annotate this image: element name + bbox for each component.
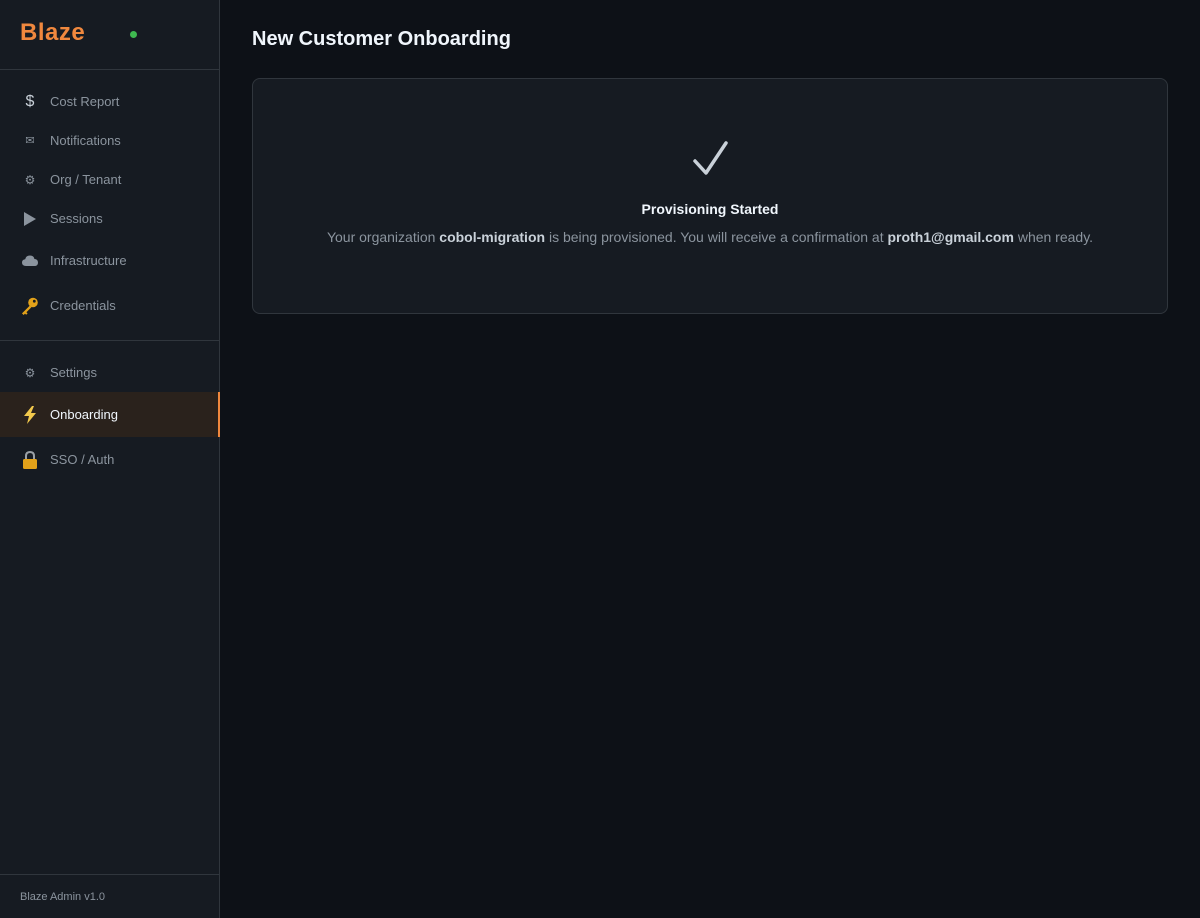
sidebar-item-label: Sessions: [50, 211, 103, 226]
sidebar: Blaze $ Cost Report ✉ Notifications ⚙ Or…: [0, 0, 220, 918]
secondary-nav: ⚙ Settings Onboarding SSO / Auth: [0, 341, 220, 492]
card-title: Provisioning Started: [641, 201, 779, 217]
brand-logo[interactable]: Blaze: [20, 19, 85, 47]
brand-header: Blaze: [0, 0, 219, 70]
cloud-icon: [20, 255, 40, 266]
sidebar-item-infrastructure[interactable]: Infrastructure: [0, 238, 219, 283]
sidebar-item-sso-auth[interactable]: SSO / Auth: [0, 437, 219, 482]
sidebar-item-onboarding[interactable]: Onboarding: [0, 392, 220, 437]
envelope-icon: ✉: [25, 135, 35, 147]
org-name: cobol-migration: [439, 229, 546, 245]
sidebar-item-label: SSO / Auth: [50, 452, 115, 467]
dollar-icon: $: [25, 92, 35, 110]
checkmark-icon: [693, 141, 728, 175]
main-content: New Customer Onboarding Provisioning Sta…: [220, 0, 1200, 918]
primary-nav: $ Cost Report ✉ Notifications ⚙ Org / Te…: [0, 70, 219, 341]
key-icon: [20, 296, 40, 316]
sidebar-item-label: Org / Tenant: [50, 172, 122, 187]
play-icon: [20, 211, 40, 226]
sidebar-footer: Blaze Admin v1.0: [0, 874, 219, 918]
sidebar-item-cost-report[interactable]: $ Cost Report: [0, 82, 219, 121]
sidebar-item-label: Notifications: [50, 133, 121, 148]
sidebar-item-label: Onboarding: [50, 407, 118, 422]
gear-icon: ⚙: [24, 365, 36, 380]
status-indicator: [130, 31, 137, 38]
sidebar-item-settings[interactable]: ⚙ Settings: [0, 353, 219, 392]
message-suffix: when ready.: [1013, 229, 1094, 245]
sidebar-item-org-tenant[interactable]: ⚙ Org / Tenant: [0, 160, 219, 199]
lightning-icon: [20, 405, 40, 424]
gear-icon: ⚙: [24, 172, 36, 187]
sidebar-item-notifications[interactable]: ✉ Notifications: [0, 121, 219, 160]
app-root: Blaze $ Cost Report ✉ Notifications ⚙ Or…: [0, 0, 1200, 918]
lock-icon: [20, 450, 40, 469]
message-middle: is being provisioned. You will receive a…: [545, 229, 888, 245]
message-prefix: Your organization: [326, 229, 440, 245]
sidebar-item-label: Credentials: [50, 298, 116, 313]
page-title: New Customer Onboarding: [252, 28, 511, 50]
sidebar-item-label: Infrastructure: [50, 253, 127, 268]
version-label: Blaze Admin v1.0: [20, 890, 105, 903]
sidebar-item-label: Cost Report: [50, 94, 120, 109]
sidebar-item-sessions[interactable]: Sessions: [0, 199, 219, 238]
sidebar-item-label: Settings: [50, 365, 97, 380]
sidebar-item-credentials[interactable]: Credentials: [0, 283, 219, 328]
provisioning-status-card: Provisioning Started Your organization c…: [252, 78, 1168, 314]
card-message: Your organization cobol-migration is bei…: [327, 229, 1093, 245]
confirmation-email: proth1@gmail.com: [887, 229, 1014, 245]
